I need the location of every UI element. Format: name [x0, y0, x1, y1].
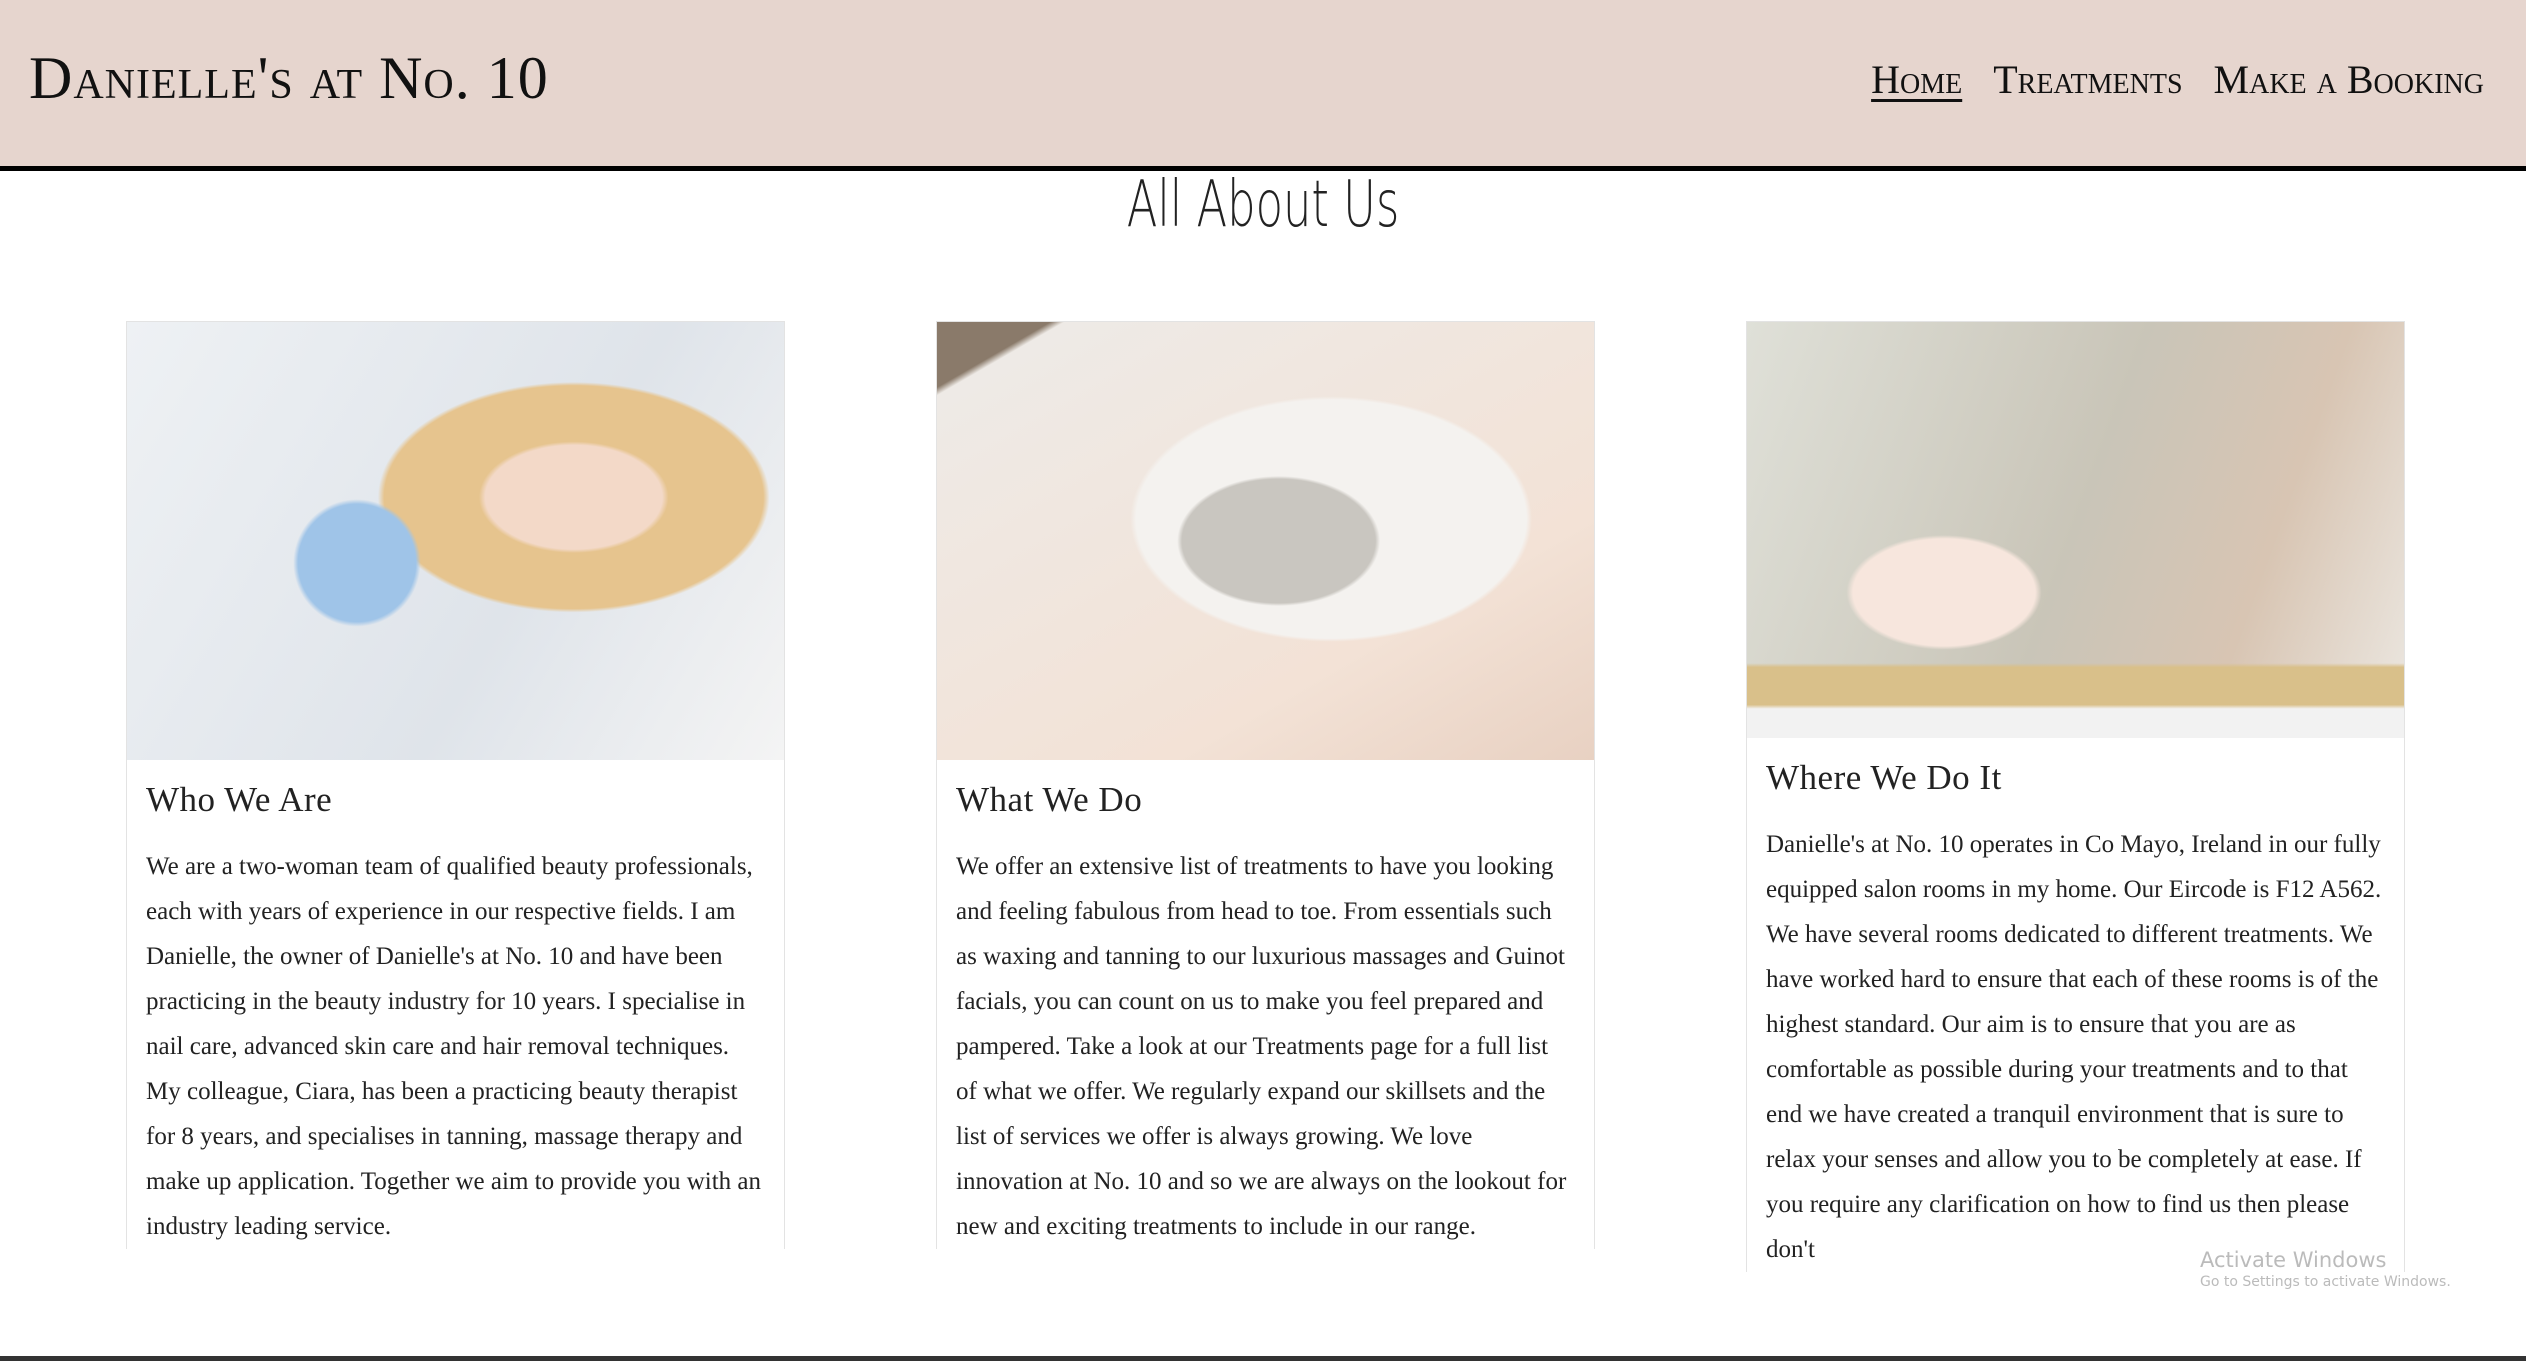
candles-photo [1747, 322, 2404, 738]
card-body: Danielle's at No. 10 operates in Co Mayo… [1766, 831, 2382, 1263]
main-nav: Home Treatments Make a Booking [1871, 56, 2484, 103]
card-title: Where We Do It [1766, 758, 2002, 797]
windows-watermark-title: Activate Windows [2200, 1248, 2387, 1272]
card-where-we-do-it: Where We Do It Danielle's at No. 10 oper… [1746, 321, 2405, 1272]
card-title: Who We Are [146, 780, 333, 819]
beautician-photo [127, 322, 784, 760]
card-who-we-are: Who We Are We are a two-woman team of qu… [126, 321, 785, 1249]
card-body: We are a two-woman team of qualified bea… [146, 853, 761, 1240]
nav-make-a-booking[interactable]: Make a Booking [2214, 56, 2484, 103]
site-header: Danielle's at No. 10 Home Treatments Mak… [0, 0, 2526, 171]
nav-treatments[interactable]: Treatments [1993, 56, 2182, 103]
nav-home[interactable]: Home [1871, 56, 1962, 103]
card-what-we-do: What We Do We offer an extensive list of… [936, 321, 1595, 1249]
windows-watermark-subtitle: Go to Settings to activate Windows. [2200, 1274, 2451, 1290]
facial-photo [937, 322, 1594, 760]
taskbar-edge [0, 1356, 2526, 1361]
page-title: All About Us [1126, 168, 1400, 242]
card-body: We offer an extensive list of treatments… [956, 853, 1567, 1240]
card-title: What We Do [956, 780, 1143, 819]
brand-logo[interactable]: Danielle's at No. 10 [29, 44, 549, 113]
